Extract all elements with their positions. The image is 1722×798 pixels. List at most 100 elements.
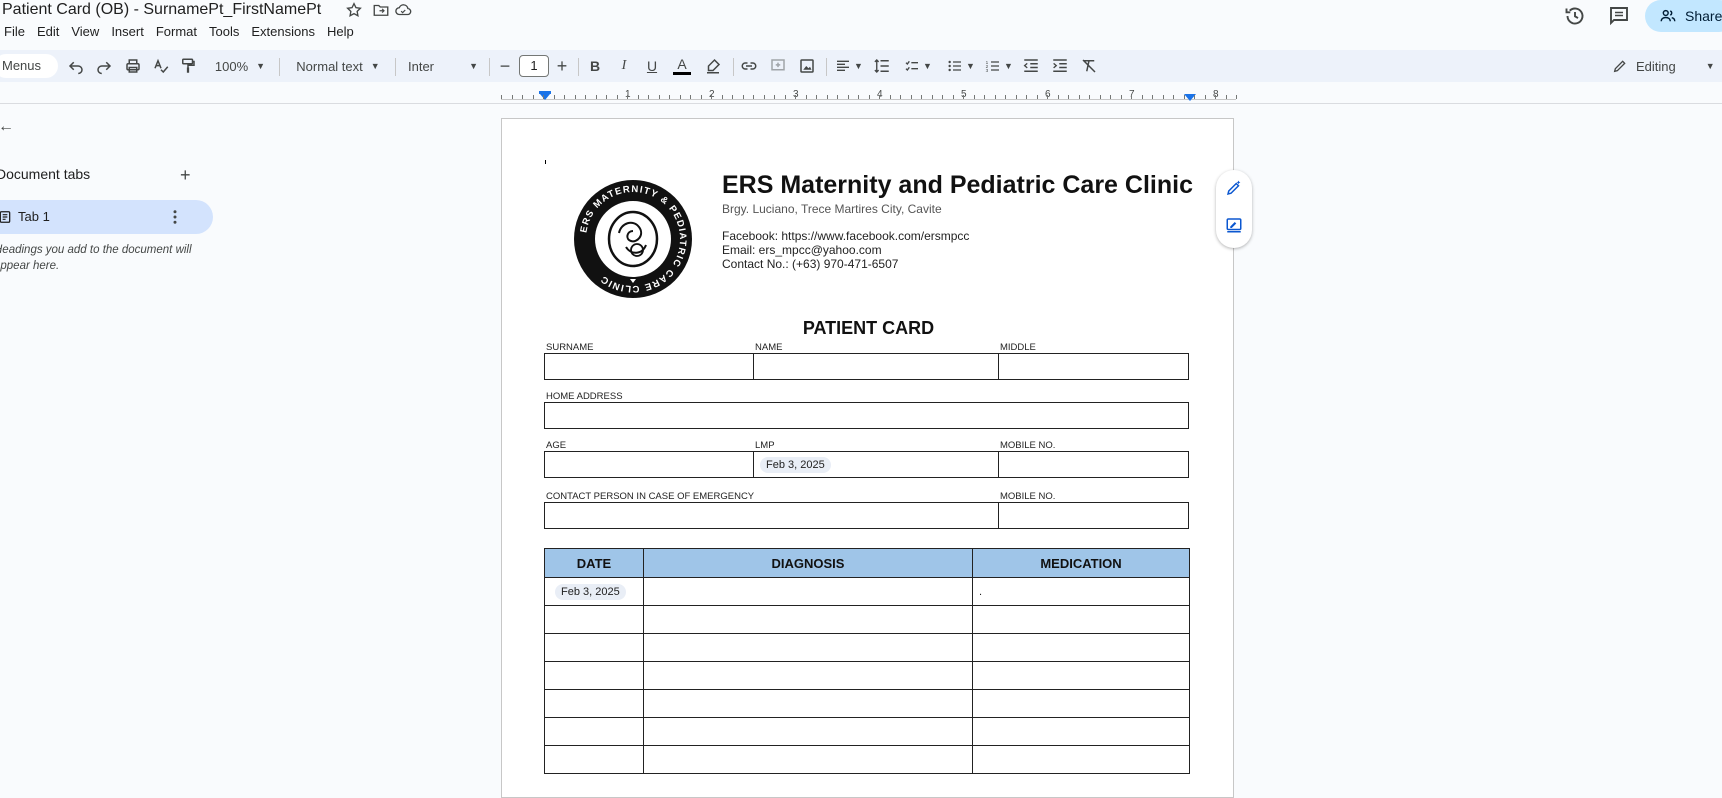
paragraph-style-select[interactable]: Normal text ▼ [290,50,386,82]
middle-field[interactable] [998,353,1189,380]
menus-search[interactable]: Menus [0,54,58,78]
cloud-status-icon[interactable] [393,1,412,19]
table-cell[interactable] [544,745,644,774]
undo-icon[interactable] [66,50,86,82]
menu-edit[interactable]: Edit [31,22,65,42]
ruler-tick [679,95,681,99]
ruler-divider [0,103,1722,104]
table-cell[interactable] [972,605,1190,634]
italic-icon[interactable]: I [615,50,633,82]
table-cell[interactable] [643,717,973,746]
editing-mode-select[interactable]: Editing ▼ [1612,50,1715,82]
ruler-tick [847,95,849,99]
link-icon[interactable] [739,50,759,82]
table-cell[interactable] [972,633,1190,662]
table-cell[interactable]: Feb 3, 2025 [544,577,644,606]
table-cell[interactable] [643,745,973,774]
emergency-mobile-field[interactable] [998,502,1189,529]
age-field[interactable] [544,451,754,478]
emergency-contact-field[interactable] [544,502,999,529]
menu-file[interactable]: File [0,22,31,42]
sidebar-item-tab-1[interactable]: Tab 1 [0,200,213,234]
ruler-tick [1215,95,1216,99]
table-cell[interactable] [544,717,644,746]
diagnosis-header: DIAGNOSIS [643,548,973,578]
zoom-select[interactable]: 100% ▼ [212,50,268,82]
table-cell[interactable] [972,745,1190,774]
table-cell[interactable] [643,605,973,634]
ruler-tick [522,95,523,99]
lmp-field[interactable]: Feb 3, 2025 [753,451,999,478]
document-page[interactable]: ERS MATERNITY & PEDIATRIC CARE CLINIC ER… [501,118,1234,798]
numbered-list-select[interactable]: 1 2 3 ▼ [983,50,1015,82]
clear-formatting-icon[interactable] [1079,50,1099,82]
table-cell[interactable] [544,633,644,662]
move-folder-icon[interactable] [372,1,390,19]
version-history-icon[interactable] [1563,4,1587,28]
surname-field[interactable] [544,353,754,380]
insert-image-icon[interactable] [797,50,817,82]
table-cell[interactable] [544,661,644,690]
highlight-icon[interactable] [703,50,723,82]
table-cell[interactable] [643,633,973,662]
home-address-field[interactable] [544,402,1189,429]
line-spacing-icon[interactable] [872,50,892,82]
table-cell[interactable]: . [972,577,1190,606]
style-value: Normal text [296,58,363,74]
bold-icon[interactable]: B [586,50,604,82]
table-cell[interactable] [643,689,973,718]
star-icon[interactable] [345,1,363,19]
underline-icon[interactable]: U [643,50,661,82]
more-vert-icon[interactable] [166,208,184,226]
divider [733,58,734,76]
divider [489,58,490,76]
table-cell[interactable] [972,661,1190,690]
table-cell[interactable] [544,689,644,718]
menu-extensions[interactable]: Extensions [245,22,321,42]
patient-card-title: PATIENT CARD [802,318,935,338]
ruler-tick [1194,95,1195,99]
checklist-select[interactable]: ▼ [902,50,934,82]
redo-icon[interactable] [94,50,114,82]
table-cell[interactable] [972,717,1190,746]
font-size-input[interactable]: 1 [519,55,549,77]
lmp-date-chip[interactable]: Feb 3, 2025 [760,457,831,473]
decrease-font-size-icon[interactable]: − [497,50,513,82]
help-me-write-icon[interactable] [1225,179,1243,197]
name-field[interactable] [753,353,999,380]
suggest-edits-icon[interactable] [1225,216,1243,234]
surname-label: SURNAME [546,342,594,353]
left-indent-marker-icon[interactable] [539,91,551,101]
text-color-icon[interactable]: A [672,50,692,82]
menu-format[interactable]: Format [150,22,203,42]
add-comment-icon[interactable] [768,50,788,82]
visit-date-chip[interactable]: Feb 3, 2025 [555,584,626,600]
menu-tools[interactable]: Tools [203,22,245,42]
ruler[interactable]: 12345678 [501,88,1237,104]
ruler-tick [984,95,985,99]
ruler-tick [1047,95,1048,99]
increase-indent-icon[interactable] [1050,50,1070,82]
print-icon[interactable] [123,50,143,82]
bulleted-list-select[interactable]: ▼ [945,50,977,82]
table-cell[interactable] [544,605,644,634]
align-select[interactable]: ▼ [834,50,864,82]
table-cell[interactable] [972,689,1190,718]
increase-font-size-icon[interactable]: + [554,50,570,82]
menu-help[interactable]: Help [321,22,360,42]
spellcheck-icon[interactable] [151,50,171,82]
font-select[interactable]: Inter ▼ [408,50,478,82]
menu-insert[interactable]: Insert [105,22,150,42]
menu-view[interactable]: View [65,22,105,42]
document-title[interactable]: Patient Card (OB) - SurnamePt_FirstNameP… [2,0,321,20]
comments-icon[interactable] [1607,4,1631,28]
mobile-field[interactable] [998,451,1189,478]
add-tab-button[interactable]: + [180,166,191,184]
back-arrow-icon[interactable]: ← [0,118,14,136]
people-icon [1660,9,1676,22]
share-button[interactable]: Share [1645,0,1722,32]
table-cell[interactable] [643,577,973,606]
decrease-indent-icon[interactable] [1021,50,1041,82]
paint-format-icon[interactable] [178,50,198,82]
table-cell[interactable] [643,661,973,690]
